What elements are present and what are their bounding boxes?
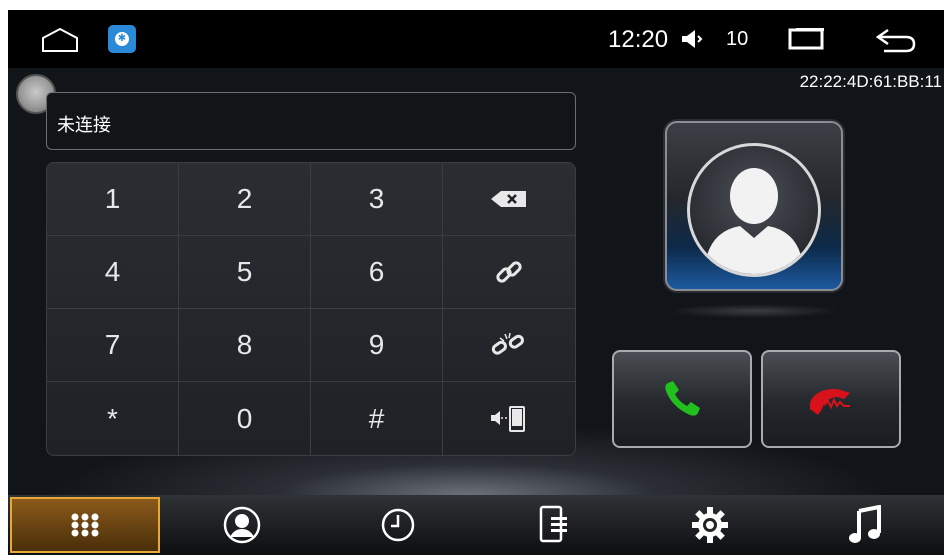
link-icon	[496, 261, 522, 283]
bluetooth-icon: ✱	[108, 25, 136, 53]
connection-status: 未连接	[57, 115, 111, 135]
backspace-icon	[491, 191, 526, 207]
key-4[interactable]: 4	[47, 236, 179, 309]
mac-address: 22:22:4D:61:BB:11	[799, 72, 942, 91]
key-hash[interactable]: #	[311, 382, 443, 455]
key-8[interactable]: 8	[179, 309, 311, 382]
nav-call-history[interactable]	[320, 495, 476, 555]
unlink-icon	[491, 332, 524, 355]
key-5[interactable]: 5	[179, 236, 311, 309]
avatar	[687, 143, 821, 277]
card-reflection	[668, 304, 840, 318]
contacts-icon	[223, 506, 261, 544]
key-0[interactable]: 0	[179, 382, 311, 455]
phone-hangup-icon	[809, 389, 850, 415]
volume-level: 10	[726, 28, 749, 50]
nav-sms[interactable]	[476, 495, 632, 555]
connect-button[interactable]	[443, 236, 575, 309]
volume-icon[interactable]	[680, 28, 706, 50]
recent-apps-icon[interactable]	[786, 26, 826, 52]
music-note-icon	[849, 505, 881, 543]
contact-avatar-card	[665, 121, 843, 291]
bottom-nav	[8, 495, 944, 555]
nav-dialpad[interactable]	[10, 497, 160, 553]
connection-status-field: 未连接	[46, 92, 576, 150]
disconnect-button[interactable]	[443, 309, 575, 382]
main-panel: 22:22:4D:61:BB:11 未连接 1 2 3 4 5 6 7 8 9	[8, 68, 944, 495]
key-9[interactable]: 9	[311, 309, 443, 382]
nav-contacts[interactable]	[164, 495, 320, 555]
audio-transfer-button[interactable]	[443, 382, 575, 455]
person-icon	[704, 168, 804, 274]
key-star[interactable]: *	[47, 382, 179, 455]
key-7[interactable]: 7	[47, 309, 179, 382]
answer-call-button[interactable]	[612, 350, 752, 448]
nav-settings[interactable]	[632, 495, 788, 555]
key-2[interactable]: 2	[179, 163, 311, 236]
frame-left	[0, 0, 8, 555]
hang-up-button[interactable]	[761, 350, 901, 448]
clock-icon	[381, 508, 415, 542]
back-icon[interactable]	[874, 26, 918, 54]
backspace-button[interactable]	[443, 163, 575, 236]
key-1[interactable]: 1	[47, 163, 179, 236]
dialpad: 1 2 3 4 5 6 7 8 9 * 0 #	[46, 162, 576, 456]
nav-music[interactable]	[788, 495, 944, 555]
clock: 12:20	[608, 26, 669, 53]
phone-list-icon	[539, 505, 567, 543]
key-3[interactable]: 3	[311, 163, 443, 236]
frame-top	[0, 0, 944, 10]
status-bar: ✱ 12:20 10	[8, 10, 944, 68]
phone-answer-icon	[665, 381, 700, 416]
dialpad-icon	[71, 513, 99, 537]
audio-transfer-icon	[491, 405, 525, 432]
home-icon[interactable]	[40, 26, 80, 54]
gear-icon	[692, 507, 728, 543]
key-6[interactable]: 6	[311, 236, 443, 309]
